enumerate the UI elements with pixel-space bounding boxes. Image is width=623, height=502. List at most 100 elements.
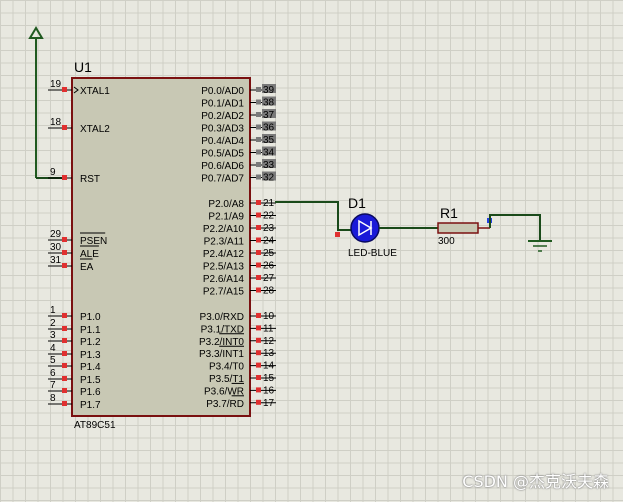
watermark: CSDN @杰克沃夫森 [462, 472, 609, 491]
pin-name: P2.2/A10 [203, 224, 245, 235]
pin-number: 5 [50, 355, 56, 366]
chip-pin-25[interactable]: 25 P2.4/A12 [203, 248, 276, 260]
chip-ref-label: U1 [74, 59, 92, 75]
pin-number: 17 [263, 398, 275, 409]
pin-number: 28 [263, 286, 275, 297]
pin-number: 19 [50, 79, 62, 90]
pin-name: P1.5 [80, 375, 101, 386]
chip-pin-13[interactable]: 13 P3.3/INT1 [199, 345, 276, 360]
chip-pin-14[interactable]: 14 P3.4/T0 [209, 361, 276, 373]
pin-name: XTAL1 [80, 86, 110, 97]
pin-number: 25 [263, 248, 275, 259]
chip-pin-34[interactable]: 34 P0.5/AD5 [201, 146, 276, 160]
pin-number: 10 [263, 311, 275, 322]
p20-led-wire[interactable] [275, 201, 350, 231]
chip-pin-21[interactable]: 21 P2.0/A8 [208, 198, 276, 210]
led-anode-pin[interactable] [335, 232, 340, 237]
pin-name: P0.7/AD7 [201, 174, 244, 185]
pin-number: 23 [263, 223, 275, 234]
pin-name: P3.4/T0 [209, 362, 244, 373]
pin-number: 12 [263, 336, 275, 347]
chip-pin-37[interactable]: 37 P0.2/AD2 [201, 109, 276, 122]
pin-name: P2.7/A15 [203, 287, 245, 298]
resistor-icon[interactable] [437, 222, 490, 234]
resistor-value-label: 300 [438, 236, 455, 247]
chip-part-label: AT89C51 [74, 420, 116, 431]
pin-name: EA [80, 262, 94, 273]
pin-name: P1.3 [80, 350, 101, 361]
pin-number: 11 [263, 323, 274, 334]
pin-name: P2.1/A9 [208, 212, 244, 223]
chip-pin-12[interactable]: 12P3.2/INT0 [199, 333, 276, 348]
pin-number: 27 [263, 273, 275, 284]
pin-name: P1.4 [80, 362, 101, 373]
chip-pin-23[interactable]: 23 P2.2/A10 [203, 223, 276, 235]
pin-number: 26 [263, 261, 275, 272]
pin-number: 13 [263, 348, 275, 359]
pin-number: 16 [263, 385, 275, 396]
pin-number: 38 [263, 98, 275, 109]
led-diode-icon[interactable] [348, 213, 380, 243]
pin-number: 34 [263, 148, 275, 159]
chip-pin-33[interactable]: 33 P0.6/AD6 [201, 159, 276, 172]
chip-pin-38[interactable]: 38 P0.1/AD1 [201, 96, 276, 110]
chip-pin-36[interactable]: 36 P0.3/AD3 [201, 121, 276, 135]
pin-number: 4 [50, 343, 56, 354]
pin-name: P0.1/AD1 [201, 99, 244, 110]
pin-name: P0.2/AD2 [201, 111, 244, 122]
chip-pin-35[interactable]: 35 P0.4/AD4 [201, 134, 276, 147]
pin-number: 2 [50, 318, 56, 329]
right-pins: 39 P0.0/AD0 38 P0.1/AD1 37 P0.2/AD2 36 P0.3/AD3… [199, 84, 276, 410]
pin-name: P1.7 [80, 400, 101, 411]
pin-name: P0.3/AD3 [201, 124, 244, 135]
pin-number: 18 [50, 117, 62, 128]
pin-number: 3 [50, 330, 56, 341]
pin-name: P2.0/A8 [208, 199, 244, 210]
resistor-ref-label: R1 [440, 205, 458, 221]
chip-pin-17[interactable]: 17 P3.7/RD [206, 395, 276, 410]
pin-number: 22 [263, 211, 275, 222]
pin-name: P2.5/A13 [203, 262, 245, 273]
pin-number: 35 [263, 135, 275, 146]
pin-number: 8 [50, 393, 56, 404]
pin-name: P1.0 [80, 312, 101, 323]
pin-name: P0.0/AD0 [201, 86, 244, 97]
pin-number: 14 [263, 361, 275, 372]
chip-pin-28[interactable]: 28 P2.7/A15 [203, 286, 276, 298]
chip-pin-10[interactable]: 10 P3.0/RXD [200, 311, 276, 323]
chip-pin-24[interactable]: 24 P2.3/A11 [204, 236, 276, 248]
led-ref-label: D1 [348, 195, 366, 211]
pin-name: P3.0/RXD [200, 312, 244, 323]
pin-name: ALE [80, 249, 99, 260]
pin-number: 15 [263, 373, 275, 384]
pin-number: 37 [263, 110, 275, 121]
pin-number: 6 [50, 368, 56, 379]
pin-name: RST [80, 174, 100, 185]
chip-pin-22[interactable]: 22 P2.1/A9 [208, 211, 276, 223]
pin-number: 32 [263, 173, 275, 184]
pin-name: P2.6/A14 [203, 274, 245, 285]
chip-pin-39[interactable]: 39 P0.0/AD0 [201, 84, 276, 97]
chip-pin-32[interactable]: 32 P0.7/AD7 [201, 171, 276, 185]
pin-number: 7 [50, 380, 56, 391]
pin-name: P0.5/AD5 [201, 149, 244, 160]
schematic-canvas[interactable]: U1 AT89C51 19XTAL118XTAL29RST29PSEN30ALE… [0, 0, 623, 502]
pin-name: P2.3/A11 [204, 237, 245, 248]
pin-name: P3.7/RD [206, 399, 244, 410]
ground-icon[interactable] [528, 240, 552, 252]
chip-pin-27[interactable]: 27 P2.6/A14 [203, 273, 276, 285]
pin-number: 9 [50, 167, 56, 178]
pin-name: P0.6/AD6 [201, 161, 244, 172]
pin-number: 36 [263, 123, 275, 134]
pin-number: 33 [263, 160, 275, 171]
power-arrow-icon[interactable] [28, 26, 44, 178]
ground-wire[interactable] [489, 214, 541, 240]
pin-name: P1.2 [80, 337, 101, 348]
pin-number: 24 [263, 236, 275, 247]
chip-pin-26[interactable]: 26 P2.5/A13 [203, 261, 276, 273]
pin-number: 21 [263, 198, 275, 209]
pin-name: P0.4/AD4 [201, 136, 244, 147]
pin-number: 31 [50, 255, 62, 266]
pin-name: PSEN [80, 236, 107, 247]
pin-number: 29 [50, 229, 62, 240]
